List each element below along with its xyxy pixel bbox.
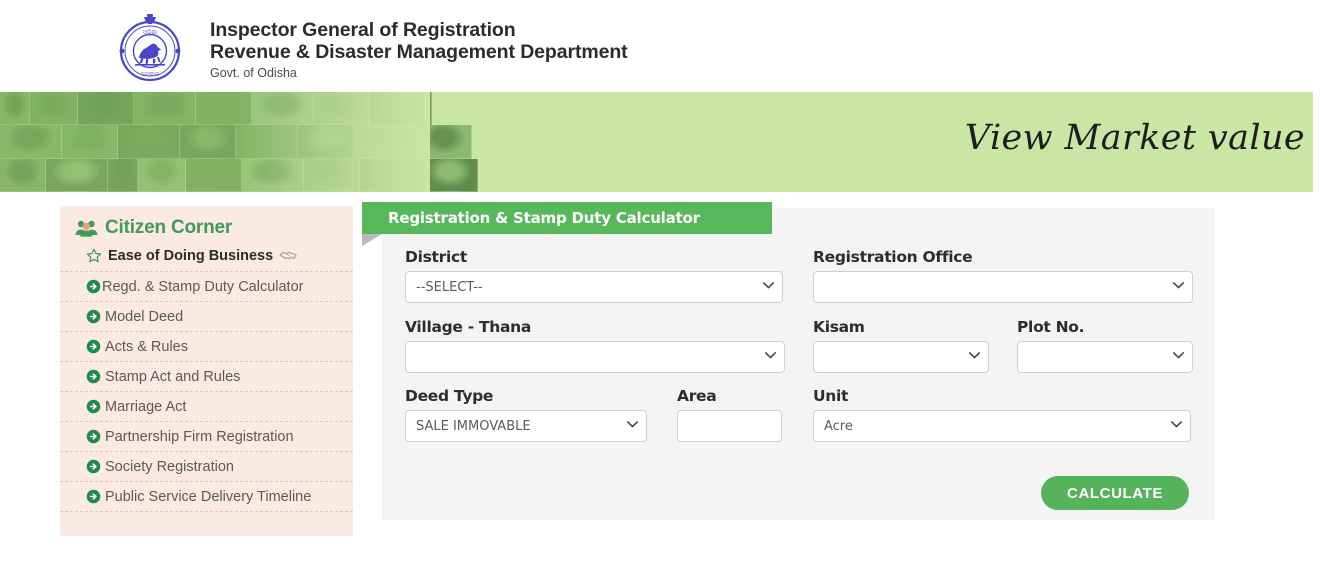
- calculate-button[interactable]: CALCULATE: [1041, 476, 1189, 510]
- header-title-block: Inspector General of Registration Revenu…: [210, 19, 628, 82]
- sidebar-item-regd-stamp-duty-calculator[interactable]: Regd. & Stamp Duty Calculator: [60, 272, 353, 302]
- arrow-circle-right-icon: [86, 339, 101, 354]
- district-select[interactable]: --SELECT--: [405, 271, 783, 303]
- sidebar-item-label: Regd. & Stamp Duty Calculator: [102, 278, 304, 295]
- arrow-circle-right-icon: [86, 279, 101, 294]
- calculator-panel-header: Registration & Stamp Duty Calculator: [362, 202, 772, 234]
- field-unit: Unit Acre: [813, 387, 1191, 442]
- sidebar-item-ease-of-doing-business[interactable]: Ease of Doing Business: [60, 244, 353, 272]
- arrow-circle-right-icon: [86, 309, 101, 324]
- arrow-circle-right-icon: [86, 489, 101, 504]
- field-village-thana: Village - Thana: [405, 318, 785, 373]
- sidebar-heading: Citizen Corner: [60, 206, 353, 244]
- field-label-district: District: [405, 248, 467, 266]
- field-plot-no: Plot No.: [1017, 318, 1193, 373]
- sidebar-item-label: Partnership Firm Registration: [105, 428, 294, 445]
- sidebar-item-label: Acts & Rules: [105, 338, 188, 355]
- users-group-icon: [75, 220, 98, 237]
- sidebar-item-marriage-act[interactable]: Marriage Act: [60, 392, 353, 422]
- sidebar-item-label: Public Service Delivery Timeline: [105, 488, 312, 505]
- emblem-logo: ଓଡ଼ିଶା ସରକାର: [108, 13, 192, 83]
- field-deed-type: Deed Type SALE IMMOVABLE: [405, 387, 647, 442]
- arrow-circle-right-icon: [86, 429, 101, 444]
- sidebar-item-acts-rules[interactable]: Acts & Rules: [60, 332, 353, 362]
- sidebar-heading-label: Citizen Corner: [105, 217, 233, 238]
- field-label-plot-no: Plot No.: [1017, 318, 1085, 336]
- field-district: District --SELECT--: [405, 248, 783, 303]
- area-input[interactable]: [677, 410, 782, 442]
- sidebar-item-society-registration[interactable]: Society Registration: [60, 452, 353, 482]
- site-header: ଓଡ଼ିଶା ସରକାର Inspector General of Regist…: [0, 0, 1320, 92]
- field-label-unit: Unit: [813, 387, 849, 405]
- star-icon: [86, 248, 102, 263]
- page-root: ଓଡ଼ିଶା ସରକାର Inspector General of Regist…: [0, 0, 1320, 570]
- header-subtitle: Govt. of Odisha: [210, 66, 297, 80]
- sidebar-nav-list: Regd. & Stamp Duty Calculator Model Deed A…: [60, 272, 353, 512]
- field-registration-office: Registration Office: [813, 248, 1193, 303]
- banner-title: View Market value: [964, 118, 1305, 158]
- page-content: Citizen Corner Ease of Doing Business Re…: [0, 192, 1320, 570]
- village-thana-select[interactable]: [405, 341, 785, 373]
- unit-select[interactable]: Acre: [813, 410, 1191, 442]
- stamp-duty-calculator-panel: Registration & Stamp Duty Calculator Dis…: [362, 202, 1215, 520]
- page-banner: View Market value: [0, 92, 1313, 192]
- field-area: Area: [677, 387, 782, 442]
- svg-text:ସରକାର: ସରକାର: [141, 71, 160, 78]
- plot-no-select[interactable]: [1017, 341, 1193, 373]
- field-label-kisam: Kisam: [813, 318, 865, 336]
- sidebar-item-label: Marriage Act: [105, 398, 187, 415]
- ribbon-fold-decoration: [362, 234, 382, 246]
- sidebar-item-model-deed[interactable]: Model Deed: [60, 302, 353, 332]
- header-title-line2: Revenue & Disaster Management Department: [210, 41, 628, 63]
- field-label-area: Area: [677, 387, 717, 405]
- arrow-circle-right-icon: [86, 399, 101, 414]
- kisam-select[interactable]: [813, 341, 989, 373]
- citizen-corner-sidebar: Citizen Corner Ease of Doing Business Re…: [60, 206, 353, 536]
- handshake-icon: [279, 251, 297, 260]
- sidebar-item-label: Stamp Act and Rules: [105, 368, 241, 385]
- banner-fade-overlay: [0, 92, 430, 192]
- header-title-line1: Inspector General of Registration: [210, 19, 516, 41]
- deed-type-select[interactable]: SALE IMMOVABLE: [405, 410, 647, 442]
- calculator-panel-title: Registration & Stamp Duty Calculator: [388, 209, 700, 227]
- arrow-circle-right-icon: [86, 459, 101, 474]
- sidebar-item-label: Society Registration: [105, 458, 234, 475]
- sidebar-item-label: Model Deed: [105, 308, 184, 325]
- sidebar-item-label: Ease of Doing Business: [108, 248, 274, 264]
- arrow-circle-right-icon: [86, 369, 101, 384]
- svg-text:ଓଡ଼ିଶା: ଓଡ଼ିଶା: [143, 29, 158, 36]
- odisha-state-emblem-icon: ଓଡ଼ିଶା ସରକାର: [119, 14, 181, 82]
- field-label-registration-office: Registration Office: [813, 248, 973, 266]
- registration-office-select[interactable]: [813, 271, 1193, 303]
- sidebar-item-stamp-act-and-rules[interactable]: Stamp Act and Rules: [60, 362, 353, 392]
- sidebar-item-public-service-delivery-timeline[interactable]: Public Service Delivery Timeline: [60, 482, 353, 512]
- sidebar-item-partnership-firm-registration[interactable]: Partnership Firm Registration: [60, 422, 353, 452]
- field-kisam: Kisam: [813, 318, 989, 373]
- field-label-deed-type: Deed Type: [405, 387, 494, 405]
- field-label-village-thana: Village - Thana: [405, 318, 532, 336]
